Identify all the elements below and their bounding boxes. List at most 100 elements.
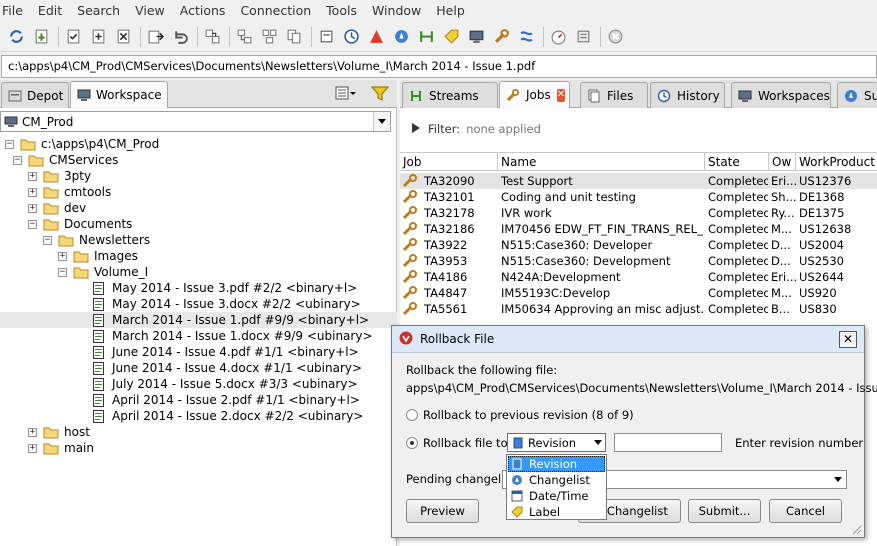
compass-icon[interactable]: [390, 25, 413, 48]
path-input[interactable]: c:\apps\p4\CM_Prod\CMServices\Documents\…: [1, 55, 877, 78]
collapse-icon[interactable]: −: [43, 235, 52, 245]
expand-arrow-icon[interactable]: [412, 122, 420, 136]
tree-file[interactable]: June 2014 - Issue 4.pdf #1/1 <binary+l>: [0, 344, 397, 360]
stop-icon[interactable]: [604, 25, 627, 48]
expand-icon[interactable]: +: [28, 187, 37, 197]
filter-funnel-icon[interactable]: [370, 85, 390, 104]
expand-icon[interactable]: +: [28, 171, 37, 181]
warning-icon[interactable]: [365, 25, 388, 48]
collapse-icon[interactable]: −: [13, 155, 22, 165]
tree-folder[interactable]: − Volume_I: [0, 264, 397, 280]
tab-workspace[interactable]: Workspace: [70, 81, 168, 108]
resolve-icon[interactable]: [201, 25, 224, 48]
tab-depot[interactable]: Depot: [1, 82, 69, 108]
chevron-down-icon[interactable]: [373, 112, 390, 131]
workspace-icon[interactable]: [465, 25, 488, 48]
resize-grip-icon[interactable]: [852, 525, 862, 535]
rollback-type-select[interactable]: Revision: [507, 433, 606, 452]
swarm-icon[interactable]: [515, 25, 538, 48]
tree-folder[interactable]: + dev: [0, 200, 397, 216]
col-job[interactable]: Job: [400, 153, 498, 171]
menu-connection[interactable]: Connection: [232, 0, 318, 22]
copy-icon[interactable]: [283, 25, 306, 48]
labels-icon[interactable]: [315, 25, 338, 48]
dialog-close-button[interactable]: ✕: [839, 331, 857, 348]
view-options-icon[interactable]: [335, 85, 357, 104]
collapse-icon[interactable]: −: [5, 139, 14, 149]
label-icon[interactable]: [440, 25, 463, 48]
integrate-icon[interactable]: [258, 25, 281, 48]
option-datetime[interactable]: Date/Time: [508, 488, 605, 504]
expand-icon[interactable]: +: [28, 203, 37, 213]
radio-previous-revision[interactable]: [406, 409, 418, 421]
refresh-icon[interactable]: [5, 25, 28, 48]
table-row[interactable]: TA4186 N424A:Development Completed Eri... US…: [400, 269, 877, 285]
table-row[interactable]: TA3922 N515:Case360: Developer Completed D.…: [400, 237, 877, 253]
tab-streams[interactable]: Streams: [402, 82, 498, 108]
menu-help[interactable]: Help: [428, 0, 472, 22]
option-changelist[interactable]: Changelist: [508, 472, 605, 488]
table-row[interactable]: TA32186 IM70456 EDW_FT_FIN_TRANS_REL_S...…: [400, 221, 877, 237]
admin-icon[interactable]: [572, 25, 595, 48]
tree-file[interactable]: June 2014 - Issue 4.docx #1/1 <ubinary>: [0, 360, 397, 376]
tree-file[interactable]: March 2014 - Issue 1.pdf #9/9 <binary+l>: [0, 312, 397, 328]
submit-icon[interactable]: [144, 25, 167, 48]
expand-icon[interactable]: +: [58, 251, 67, 261]
tree-file[interactable]: July 2014 - Issue 5.docx #3/3 <ubinary>: [0, 376, 397, 392]
mark-delete-icon[interactable]: [112, 25, 135, 48]
collapse-icon[interactable]: −: [58, 267, 67, 277]
tree-file[interactable]: April 2014 - Issue 2.pdf #1/1 <binary+l>: [0, 392, 397, 408]
menu-file[interactable]: File: [0, 0, 30, 22]
col-workproduct[interactable]: WorkProduct: [796, 153, 877, 171]
preview-button[interactable]: Preview: [406, 499, 479, 523]
mark-add-icon[interactable]: [87, 25, 110, 48]
radio-rollback-to[interactable]: [406, 437, 418, 449]
tree-file[interactable]: April 2014 - Issue 2.docx #2/2 <ubinary>: [0, 408, 397, 424]
tab-jobs[interactable]: Jobs ✕: [499, 81, 570, 108]
col-owner[interactable]: Ow: [769, 153, 796, 171]
tree-folder[interactable]: + host: [0, 424, 397, 440]
submit-button[interactable]: Submit...: [688, 499, 761, 523]
history-icon[interactable]: [340, 25, 363, 48]
tab-workspaces[interactable]: Workspaces: [731, 82, 831, 108]
tab-files[interactable]: Files: [580, 82, 648, 108]
tree-folder[interactable]: + main: [0, 440, 397, 456]
branch-icon[interactable]: [233, 25, 256, 48]
menu-actions[interactable]: Actions: [172, 0, 233, 22]
table-row[interactable]: TA32090 Test Support Completed Eri... US1237…: [400, 173, 877, 189]
dashboard-icon[interactable]: [547, 25, 570, 48]
option-label[interactable]: Label: [508, 504, 605, 520]
tab-submitted[interactable]: Su: [837, 82, 877, 108]
tree-file[interactable]: March 2014 - Issue 1.docx #9/9 <ubinary>: [0, 328, 397, 344]
dialog-titlebar[interactable]: Rollback File ✕: [392, 326, 864, 353]
table-row[interactable]: TA5561 IM50634 Approving an misc adjust..…: [400, 301, 877, 317]
menu-search[interactable]: Search: [69, 0, 127, 22]
menu-edit[interactable]: Edit: [30, 0, 69, 22]
close-icon[interactable]: ✕: [556, 88, 566, 102]
tree-folder[interactable]: − CMServices: [0, 152, 397, 168]
check-out-icon[interactable]: [62, 25, 85, 48]
tree-folder[interactable]: − Documents: [0, 216, 397, 232]
revert-icon[interactable]: [169, 25, 192, 48]
tab-history[interactable]: History: [650, 82, 725, 108]
option-revision[interactable]: Revision: [508, 456, 605, 472]
cancel-button[interactable]: Cancel: [769, 499, 842, 523]
table-row[interactable]: TA4847 IM55193C:Develop Completed M... US920: [400, 285, 877, 301]
revision-number-input[interactable]: [614, 433, 722, 452]
col-name[interactable]: Name: [498, 153, 705, 171]
tree-folder[interactable]: + Images: [0, 248, 397, 264]
menu-window[interactable]: Window: [364, 0, 428, 22]
col-state[interactable]: State: [705, 153, 769, 171]
table-row[interactable]: TA3953 N515:Case360: Development Completed…: [400, 253, 877, 269]
jobs-icon[interactable]: [490, 25, 513, 48]
streams-icon[interactable]: [415, 25, 438, 48]
menu-view[interactable]: View: [127, 0, 172, 22]
menu-tools[interactable]: Tools: [318, 0, 364, 22]
get-latest-icon[interactable]: [30, 25, 53, 48]
table-row[interactable]: TA32178 IVR work Completed Ry... DE1375: [400, 205, 877, 221]
workspace-combo[interactable]: CM_Prod: [0, 111, 391, 132]
expand-icon[interactable]: +: [28, 427, 37, 437]
table-row[interactable]: TA32101 Coding and unit testing Completed S…: [400, 189, 877, 205]
tree-file[interactable]: May 2014 - Issue 3.pdf #2/2 <binary+l>: [0, 280, 397, 296]
tree-folder[interactable]: + cmtools: [0, 184, 397, 200]
